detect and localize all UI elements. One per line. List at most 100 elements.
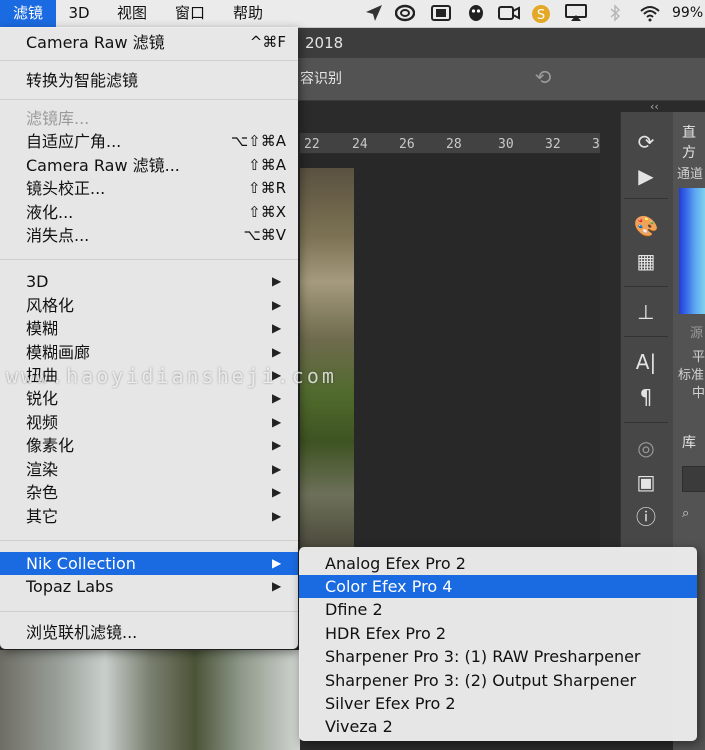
- menu-item-label: 消失点...: [26, 226, 90, 245]
- ruler-number: 30: [498, 137, 514, 152]
- menu-separator: [0, 259, 298, 260]
- histogram-tab[interactable]: 直方: [682, 122, 705, 162]
- content-aware-label[interactable]: 容识别: [300, 58, 342, 100]
- divider: [624, 422, 668, 423]
- submenu-item-label: HDR Efex Pro 2: [325, 624, 447, 643]
- submenu-item-sharpener-output[interactable]: Sharpener Pro 3: (2) Output Sharpener: [299, 669, 697, 692]
- menu-item-browse-online-filters[interactable]: 浏览联机滤镜...: [0, 621, 298, 644]
- menu-view[interactable]: 视图: [108, 0, 156, 27]
- submenu-item-hdr-efex-pro[interactable]: HDR Efex Pro 2: [299, 622, 697, 645]
- menu-bar: 滤镜 3D 视图 窗口 帮助 S 99%: [0, 0, 705, 28]
- document-title: 2018: [305, 34, 344, 52]
- wifi-icon[interactable]: [639, 4, 660, 23]
- menu-item-label: 渲染: [26, 460, 59, 479]
- menu-item-camera-raw-filter[interactable]: Camera Raw 滤镜... ⇧⌘A: [0, 154, 298, 177]
- menu-3d[interactable]: 3D: [62, 0, 96, 27]
- menu-help[interactable]: 帮助: [224, 0, 272, 27]
- swatches-grid-icon[interactable]: ▦: [628, 247, 664, 275]
- creative-cloud-icon[interactable]: [394, 4, 416, 23]
- menu-item-adaptive-wide-angle[interactable]: 自适应广角... ⌥⇧⌘A: [0, 130, 298, 153]
- qq-icon[interactable]: [466, 4, 486, 23]
- ruler-number: 26: [399, 137, 415, 152]
- submenu-arrow-icon: ▶: [272, 509, 282, 523]
- submenu-arrow-icon: ▶: [272, 485, 282, 499]
- ruler-number: 28: [446, 137, 462, 152]
- menu-item-label: 其它: [26, 507, 59, 526]
- menu-item-stylize[interactable]: 风格化 ▶: [0, 294, 298, 317]
- menu-item-camera-raw-last[interactable]: Camera Raw 滤镜 ^⌘F: [0, 31, 298, 54]
- paragraph-icon[interactable]: ¶: [628, 383, 664, 411]
- submenu-item-silver-efex-pro[interactable]: Silver Efex Pro 2: [299, 692, 697, 715]
- camera-icon[interactable]: [498, 4, 520, 23]
- menu-item-blur-gallery[interactable]: 模糊画廊 ▶: [0, 341, 298, 364]
- submenu-arrow-icon: ▶: [272, 462, 282, 476]
- divider: [624, 286, 668, 287]
- screen-icon[interactable]: [431, 4, 451, 23]
- menu-item-video[interactable]: 视频 ▶: [0, 411, 298, 434]
- menu-item-lens-correction[interactable]: 镜头校正... ⇧⌘R: [0, 177, 298, 200]
- menu-item-blur[interactable]: 模糊 ▶: [0, 317, 298, 340]
- menu-window[interactable]: 窗口: [166, 0, 214, 27]
- menu-item-label: 自适应广角...: [26, 132, 122, 151]
- info-icon[interactable]: ⓘ: [628, 503, 664, 531]
- menu-item-label: 浏览联机滤镜...: [26, 623, 138, 642]
- menu-item-label: Nik Collection: [26, 554, 136, 573]
- submenu-item-viveza[interactable]: Viveza 2: [299, 715, 697, 738]
- menu-item-vanishing-point[interactable]: 消失点... ⌥⌘V: [0, 224, 298, 247]
- menu-item-other[interactable]: 其它 ▶: [0, 505, 298, 528]
- menu-separator: [0, 99, 298, 100]
- submenu-item-sharpener-raw-presharpener[interactable]: Sharpener Pro 3: (1) RAW Presharpener: [299, 645, 697, 668]
- sketch-icon[interactable]: S: [531, 4, 551, 23]
- menu-item-label: 风格化: [26, 296, 75, 315]
- send-icon[interactable]: [364, 4, 384, 23]
- menu-item-nik-collection[interactable]: Nik Collection ▶: [0, 552, 298, 575]
- menu-item-liquify[interactable]: 液化... ⇧⌘X: [0, 201, 298, 224]
- search-icon[interactable]: ⌕: [682, 506, 689, 521]
- history-icon[interactable]: ⟳: [628, 128, 664, 156]
- menu-item-sharpen[interactable]: 锐化 ▶: [0, 387, 298, 410]
- airplay-icon[interactable]: [565, 4, 587, 23]
- photo-image: [300, 168, 354, 548]
- 3d-icon[interactable]: ◎: [628, 434, 664, 462]
- channel-label: 通道: [677, 167, 704, 182]
- source-label: 源: [690, 326, 704, 341]
- layer-comps-icon[interactable]: ▣: [628, 468, 664, 496]
- library-tab[interactable]: 库: [682, 432, 696, 452]
- actions-play-icon[interactable]: ▶: [628, 162, 664, 190]
- menu-item-3d[interactable]: 3D ▶: [0, 270, 298, 293]
- stamp-icon[interactable]: ⊥: [628, 298, 664, 326]
- menu-item-shortcut: ⌥⌘V: [243, 226, 286, 244]
- menu-item-render[interactable]: 渲染 ▶: [0, 458, 298, 481]
- menu-separator: [0, 540, 298, 541]
- submenu-item-color-efex-pro[interactable]: Color Efex Pro 4: [299, 575, 697, 598]
- submenu-arrow-icon: ▶: [272, 345, 282, 359]
- submenu-item-label: Sharpener Pro 3: (1) RAW Presharpener: [325, 647, 641, 666]
- library-dropdown[interactable]: [682, 466, 705, 492]
- watermark-text: www.haoyidiansheji.com: [6, 364, 337, 388]
- submenu-arrow-icon: ▶: [272, 556, 282, 570]
- menu-item-label: Camera Raw 滤镜...: [26, 156, 180, 175]
- undo-icon[interactable]: ⟲: [532, 66, 554, 88]
- menu-item-shortcut: ⇧⌘R: [248, 179, 286, 197]
- menu-item-noise[interactable]: 杂色 ▶: [0, 481, 298, 504]
- submenu-item-dfine[interactable]: Dfine 2: [299, 598, 697, 621]
- submenu-item-analog-efex-pro[interactable]: Analog Efex Pro 2: [299, 552, 697, 575]
- menu-item-shortcut: ^⌘F: [249, 33, 286, 51]
- menu-item-label: 转换为智能滤镜: [26, 71, 139, 90]
- menu-item-shortcut: ⌥⇧⌘A: [230, 132, 286, 150]
- menu-item-shortcut: ⇧⌘A: [248, 156, 286, 174]
- color-palette-icon[interactable]: 🎨: [628, 212, 664, 240]
- menu-filter[interactable]: 滤镜: [0, 0, 56, 27]
- character-icon[interactable]: A|: [628, 348, 664, 376]
- bluetooth-icon[interactable]: [605, 4, 625, 23]
- menu-item-convert-smart-filter[interactable]: 转换为智能滤镜: [0, 69, 298, 92]
- menu-item-pixelate[interactable]: 像素化 ▶: [0, 434, 298, 457]
- filter-menu: Camera Raw 滤镜 ^⌘F 转换为智能滤镜 滤镜库... 自适应广角..…: [0, 27, 298, 649]
- menu-item-topaz-labs[interactable]: Topaz Labs ▶: [0, 575, 298, 598]
- submenu-arrow-icon: ▶: [272, 438, 282, 452]
- submenu-item-label: Sharpener Pro 3: (2) Output Sharpener: [325, 671, 637, 690]
- submenu-item-label: Color Efex Pro 4: [325, 577, 453, 596]
- divider: [624, 198, 668, 199]
- ruler-number: 32: [545, 137, 561, 152]
- menu-item-filter-gallery: 滤镜库...: [0, 107, 298, 130]
